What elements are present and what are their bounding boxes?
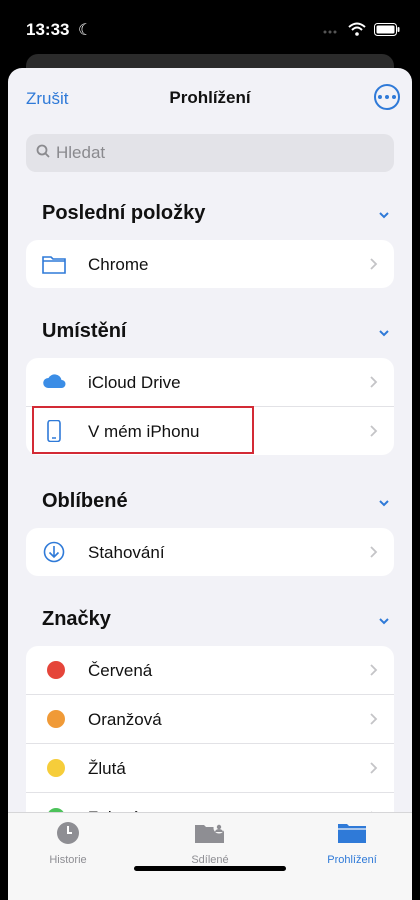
- chevron-down-icon[interactable]: [378, 209, 390, 221]
- list-item-label: Oranžová: [88, 710, 162, 729]
- browse-sheet: Zrušit Prohlížení Hledat Poslední položk…: [8, 68, 412, 900]
- more-options-icon[interactable]: [374, 84, 400, 110]
- selection-highlight-box: [32, 406, 254, 454]
- tab-browse[interactable]: Prohlížení: [292, 821, 412, 866]
- section-header-recents: Poslední položky: [42, 202, 206, 224]
- favorites-list: Stahování: [26, 528, 394, 576]
- list-item-tag-orange[interactable]: Oranžová: [26, 695, 394, 744]
- chevron-down-icon[interactable]: [378, 615, 390, 627]
- list-item-label: Chrome: [88, 255, 149, 274]
- tag-color-dot: [47, 710, 65, 728]
- home-indicator[interactable]: [134, 866, 286, 871]
- tab-label: Historie: [49, 854, 87, 866]
- battery-icon: [374, 22, 400, 36]
- moon-icon: ☾: [78, 22, 93, 39]
- tab-history[interactable]: Historie: [8, 821, 128, 866]
- chevron-right-icon: [370, 546, 378, 558]
- search-icon: [36, 144, 50, 158]
- chevron-down-icon[interactable]: [378, 497, 390, 509]
- search-input[interactable]: Hledat: [26, 134, 394, 172]
- page-title: Prohlížení: [169, 88, 251, 107]
- chevron-down-icon[interactable]: [378, 327, 390, 339]
- chevron-right-icon: [370, 762, 378, 774]
- tag-color-dot: [47, 759, 65, 777]
- chevron-right-icon: [370, 425, 378, 437]
- list-item-tag-yellow[interactable]: Žlutá: [26, 744, 394, 793]
- status-time: 13:33: [26, 20, 70, 39]
- tab-label: Sdílené: [191, 854, 229, 866]
- download-icon: [43, 541, 65, 563]
- list-item-tag-red[interactable]: Červená: [26, 646, 394, 695]
- tab-bar: Historie Sdílené Prohlížení: [8, 812, 412, 900]
- list-item-chrome[interactable]: Chrome: [26, 240, 394, 288]
- section-header-tags: Značky: [42, 608, 111, 630]
- list-item-label: Žlutá: [88, 759, 126, 778]
- list-item-downloads[interactable]: Stahování: [26, 528, 394, 576]
- chevron-right-icon: [370, 664, 378, 676]
- chevron-right-icon: [370, 258, 378, 270]
- status-indicators: [322, 22, 400, 36]
- signal-icon: [323, 30, 337, 34]
- search-placeholder: Hledat: [56, 143, 106, 162]
- chevron-right-icon: [370, 376, 378, 388]
- section-header-locations: Umístění: [42, 320, 127, 342]
- section-header-favorites: Oblíbené: [42, 490, 128, 512]
- list-item-icloud-drive[interactable]: iCloud Drive: [26, 358, 394, 407]
- clock-icon: [57, 822, 79, 844]
- icloud-icon: [43, 374, 66, 388]
- navigation-bar: Zrušit Prohlížení: [8, 68, 412, 128]
- folder-icon: [338, 824, 366, 843]
- shared-folder-icon: [195, 822, 225, 843]
- wifi-icon: [348, 22, 366, 36]
- tab-shared[interactable]: Sdílené: [150, 821, 270, 866]
- recents-list: Chrome: [26, 240, 394, 288]
- chevron-right-icon: [370, 713, 378, 725]
- folder-icon: [42, 256, 66, 274]
- list-item-label: Červená: [88, 661, 153, 680]
- list-item-label: Stahování: [88, 543, 165, 562]
- tag-color-dot: [47, 661, 65, 679]
- tab-label: Prohlížení: [327, 854, 377, 866]
- list-item-label: iCloud Drive: [88, 373, 181, 392]
